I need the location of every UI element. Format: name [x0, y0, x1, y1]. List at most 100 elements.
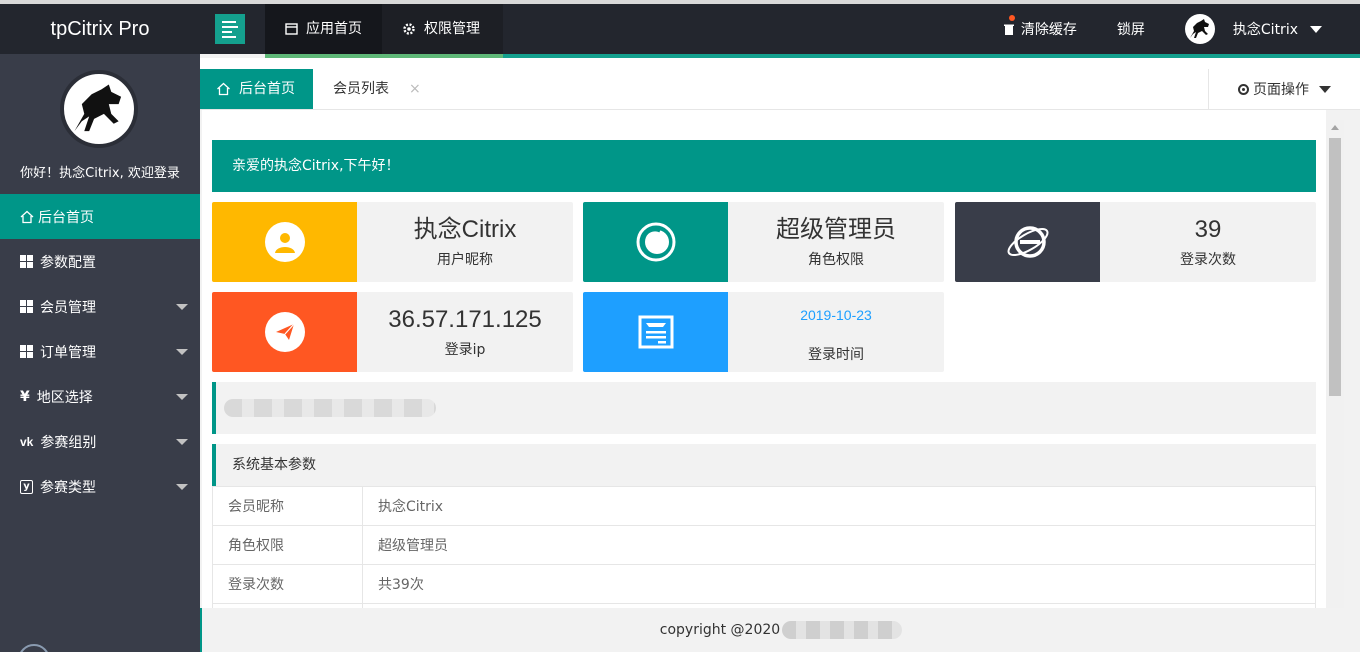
sidebar-item-params[interactable]: 参数配置: [0, 239, 200, 284]
sidebar-avatar: [60, 70, 138, 148]
sidebar: 你好！执念Citrix, 欢迎登录 后台首页 参数配置 会员管理 订单管理 ¥ …: [0, 54, 200, 652]
sidebar-item-groups[interactable]: vk 参赛组别: [0, 419, 200, 464]
card-value: 超级管理员: [776, 216, 896, 243]
notification-dot: [1008, 15, 1015, 21]
card-label: 登录时间: [808, 347, 864, 363]
grid-icon: [20, 300, 33, 313]
chevron-down-icon: [176, 349, 188, 355]
table-row: 角色权限 超级管理员: [212, 525, 1316, 565]
card-label: 登录ip: [444, 342, 486, 358]
tab-dashboard-label: 后台首页: [239, 81, 295, 97]
footer: copyright @2020: [200, 608, 1360, 652]
table-cell-key: 登录次数: [212, 564, 363, 604]
chevron-down-icon: [176, 304, 188, 310]
window-icon: [285, 23, 298, 35]
clear-cache-label: 清除缓存: [1020, 22, 1077, 38]
greeting-banner: 亲爱的执念Citrix,下午好！: [212, 140, 1316, 192]
horse-icon: [74, 84, 122, 132]
nav-app-home-label: 应用首页: [306, 21, 362, 37]
sidebar-item-dashboard[interactable]: 后台首页: [0, 194, 200, 239]
user-name: 执念Citrix: [1232, 22, 1298, 38]
clear-cache-button[interactable]: 清除缓存: [985, 15, 1095, 39]
yen-icon: ¥: [20, 388, 30, 405]
sidebar-item-orders[interactable]: 订单管理: [0, 329, 200, 374]
sidebar-item-label: 会员管理: [40, 299, 96, 316]
table-cell-value: 超级管理员: [362, 525, 1316, 565]
close-icon[interactable]: ×: [409, 69, 421, 109]
tab-bar: 后台首页 会员列表 × 页面操作: [200, 58, 1360, 110]
chevron-down-icon: [1319, 85, 1331, 93]
sidebar-item-region[interactable]: ¥ 地区选择: [0, 374, 200, 419]
copyright-text: copyright @2020: [659, 622, 781, 638]
table-row: 会员昵称 执念Citrix: [212, 486, 1316, 526]
page-operations-dropdown[interactable]: 页面操作: [1208, 69, 1360, 109]
scroll-up-icon[interactable]: [1331, 125, 1339, 130]
table-cell-key: 角色权限: [212, 525, 363, 565]
home-icon: [217, 82, 230, 96]
sidebar-item-label: 地区选择: [36, 389, 93, 406]
card-label: 角色权限: [808, 252, 864, 268]
table-cell-value: 共39次: [362, 564, 1316, 604]
ie-icon: [1007, 226, 1048, 258]
content-scrollbar[interactable]: [1326, 120, 1344, 608]
card-icon-box: [212, 292, 357, 372]
card-icon-box: [955, 202, 1100, 282]
card-login-count: 39 登录次数: [955, 202, 1316, 282]
grid-icon: [20, 345, 33, 358]
card-icon-box: [583, 292, 728, 372]
grid-icon: [20, 255, 33, 268]
chevron-down-icon: [176, 439, 188, 445]
lock-screen-button[interactable]: 锁屏: [1095, 19, 1167, 39]
home-icon: [20, 210, 34, 223]
calendar-icon: [638, 315, 673, 349]
sidebar-item-label: 订单管理: [40, 344, 96, 361]
role-icon: [636, 222, 675, 262]
card-login-time: 2019-10-23 登录时间: [583, 292, 944, 372]
chevron-down-icon: [176, 394, 188, 400]
sidebar-bottom-avatar: [18, 644, 50, 652]
card-icon-box: [212, 202, 357, 282]
system-params-title: 系统基本参数: [212, 444, 1316, 486]
menu-toggle-button[interactable]: [215, 14, 245, 44]
user-icon: [264, 222, 305, 262]
horse-icon: [1189, 19, 1209, 38]
card-label: 用户昵称: [437, 252, 493, 268]
user-menu[interactable]: 执念Citrix: [1167, 14, 1360, 44]
table-row: 登录次数 共39次: [212, 564, 1316, 604]
redacted-text: [224, 399, 436, 417]
card-icon-box: [583, 202, 728, 282]
sidebar-item-members[interactable]: 会员管理: [0, 284, 200, 329]
scrollbar-thumb[interactable]: [1329, 138, 1341, 396]
top-header: tpCitrix Pro 应用首页 权限管理 清除缓存 锁屏 执念Citrix: [0, 0, 1360, 58]
system-params-table: 会员昵称 执念Citrix 角色权限 超级管理员 登录次数 共39次: [212, 486, 1316, 608]
gear-icon: [403, 23, 415, 35]
paper-plane-icon: [264, 312, 305, 352]
top-nav: 应用首页 权限管理: [265, 4, 503, 58]
chevron-down-icon: [176, 484, 188, 490]
nav-app-home[interactable]: 应用首页: [265, 4, 382, 54]
card-nickname: 执念Citrix 用户昵称: [212, 202, 573, 282]
tab-member-list[interactable]: 会员列表 ×: [317, 69, 437, 109]
page-operations-label: 页面操作: [1253, 82, 1309, 98]
sidebar-menu: 后台首页 参数配置 会员管理 订单管理 ¥ 地区选择 vk 参赛组别 y 参赛类…: [0, 194, 200, 509]
card-login-ip: 36.57.171.125 登录ip: [212, 292, 573, 372]
lock-screen-label: 锁屏: [1116, 22, 1145, 38]
chevron-down-icon: [1310, 25, 1322, 33]
top-right-menu: 清除缓存 锁屏 执念Citrix: [985, 4, 1360, 54]
target-icon: [1238, 83, 1249, 95]
card-value: 2019-10-23: [800, 307, 872, 323]
vk-icon: vk: [20, 434, 34, 449]
tab-dashboard[interactable]: 后台首页: [200, 69, 313, 109]
sidebar-item-label: 参赛组别: [40, 434, 97, 451]
app-logo: tpCitrix Pro: [50, 18, 150, 40]
main-content: 亲爱的执念Citrix,下午好！ 执念Citrix 用户昵称 超级管理员 角色权…: [202, 110, 1326, 608]
welcome-text: 你好！执念Citrix, 欢迎登录: [20, 166, 180, 181]
nav-permission-label: 权限管理: [424, 21, 480, 37]
nav-permission[interactable]: 权限管理: [382, 4, 500, 54]
redacted-text: [782, 621, 903, 639]
y-icon: y: [20, 479, 33, 494]
avatar: [1184, 14, 1215, 44]
sidebar-item-types[interactable]: y 参赛类型: [0, 464, 200, 509]
card-label: 登录次数: [1180, 252, 1236, 268]
card-value: 执念Citrix: [413, 216, 517, 243]
